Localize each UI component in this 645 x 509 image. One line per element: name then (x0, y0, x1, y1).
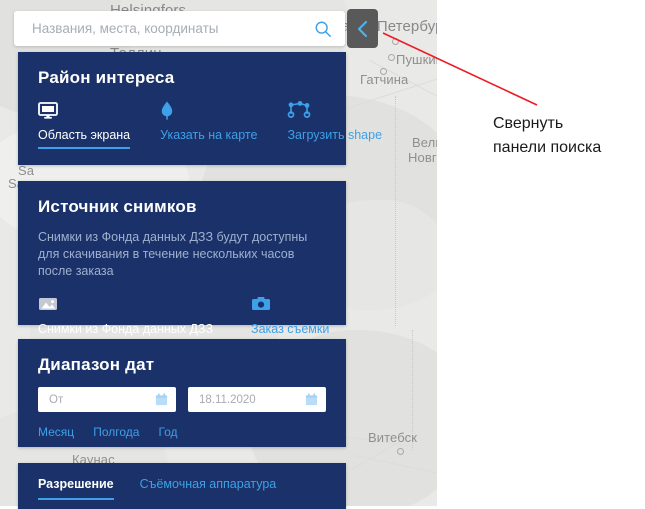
option-label[interactable]: Загрузить shape (287, 128, 382, 147)
quick-range-half-year[interactable]: Полгода (93, 425, 139, 439)
monitor-icon (38, 100, 58, 120)
map-boundary (395, 96, 396, 326)
card-area-of-interest: Район интереса Область экрана Указать на (18, 52, 382, 165)
map-label: Гатчина (360, 72, 409, 87)
option-order-imaging[interactable]: Заказ съемки (251, 294, 329, 341)
calendar-icon (305, 393, 318, 406)
card-date-range: Диапазон дат От 18.11.2020 Месяц Полгода… (18, 339, 346, 447)
map-label: Вели (412, 135, 437, 150)
search-bar[interactable] (14, 11, 345, 46)
map-label: Новг (408, 150, 437, 165)
card-image-source: Источник снимков Снимки из Фонда данных … (18, 181, 346, 343)
map-city-dot (392, 38, 399, 45)
map-city-dot (388, 54, 395, 61)
search-icon[interactable] (311, 17, 335, 41)
map-label: Витебск (368, 430, 418, 445)
tab-resolution[interactable]: Разрешение (38, 477, 114, 500)
collapse-search-panels-button[interactable] (347, 9, 378, 48)
option-upload-shape[interactable]: Загрузить shape (287, 100, 382, 147)
card-title: Диапазон дат (38, 355, 155, 374)
date-to-value: 18.11.2020 (199, 393, 256, 406)
date-from-value: От (49, 393, 64, 406)
date-from-field[interactable]: От (38, 387, 176, 412)
card-parameters: Разрешение Съёмочная аппаратура (18, 463, 346, 509)
quick-range-links: Месяц Полгода Год (38, 425, 326, 439)
parameter-tabs: Разрешение Съёмочная аппаратура (38, 477, 326, 500)
chevron-left-icon (357, 20, 367, 37)
option-screen-area[interactable]: Область экрана (38, 100, 131, 149)
date-to-field[interactable]: 18.11.2020 (188, 387, 326, 412)
pen-nib-icon (160, 100, 174, 120)
option-point-on-map[interactable]: Указать на карте (160, 100, 257, 147)
map-label: Пушкин (396, 52, 437, 67)
image-icon (38, 294, 58, 314)
tab-imaging-equipment[interactable]: Съёмочная аппаратура (140, 477, 277, 500)
page-blank-area (437, 0, 645, 506)
annotation-label: Свернуть панели поиска (493, 115, 602, 156)
quick-range-year[interactable]: Год (158, 425, 177, 439)
option-label[interactable]: Область экрана (38, 128, 131, 149)
calendar-icon (155, 393, 168, 406)
quick-range-month[interactable]: Месяц (38, 425, 74, 439)
card-title: Источник снимков (38, 197, 197, 216)
option-archive-images[interactable]: Снимки из Фонда данных ДЗЗ (38, 294, 214, 343)
option-label[interactable]: Указать на карте (160, 128, 257, 147)
polygon-nodes-icon (287, 100, 311, 120)
date-fields-row: От 18.11.2020 (38, 387, 326, 412)
card-description: Снимки из Фонда данных ДЗЗ будут доступн… (38, 230, 308, 278)
map-city-dot (397, 448, 404, 455)
card-title: Район интереса (38, 68, 175, 87)
search-input[interactable] (30, 20, 311, 37)
camera-icon (251, 294, 271, 314)
